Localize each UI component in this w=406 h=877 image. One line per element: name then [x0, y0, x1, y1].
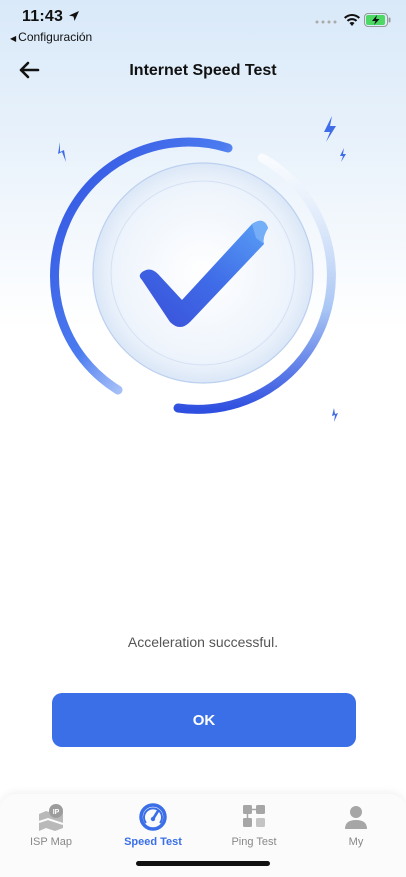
isp-map-icon: IP — [38, 804, 64, 831]
tab-my-label: My — [348, 836, 364, 848]
inner-ring — [92, 162, 314, 384]
tab-isp-map[interactable]: IP ISP Map — [11, 802, 91, 854]
tab-my[interactable]: My — [316, 802, 396, 854]
svg-text:IP: IP — [53, 809, 60, 816]
speedometer-icon — [139, 803, 167, 831]
tab-ping-test[interactable]: Ping Test — [214, 802, 294, 854]
ping-grid-icon — [243, 805, 265, 827]
home-indicator[interactable] — [136, 861, 270, 866]
tab-ping-test-label: Ping Test — [231, 836, 277, 848]
back-to-app-link[interactable]: ◀ Configuración — [10, 30, 92, 44]
app-header: Internet Speed Test — [0, 56, 406, 88]
back-app-label: Configuración — [18, 30, 93, 44]
lightning-icon — [340, 148, 346, 162]
location-arrow-icon — [69, 11, 79, 21]
back-triangle-icon: ◀ — [10, 34, 17, 43]
tab-speed-test[interactable]: Speed Test — [113, 802, 193, 854]
wifi-icon — [344, 14, 360, 26]
status-time: 11:43 — [22, 8, 64, 25]
lightning-icon — [324, 116, 336, 142]
success-graphic — [50, 116, 346, 422]
ok-button[interactable]: OK — [52, 693, 356, 747]
tab-isp-map-label: ISP Map — [30, 836, 72, 848]
user-icon — [345, 806, 367, 829]
page-title: Internet Speed Test — [129, 62, 277, 79]
result-message: Acceleration successful. — [127, 634, 279, 650]
tab-speed-test-label: Speed Test — [124, 836, 182, 848]
battery-charging-icon — [364, 13, 391, 27]
lightning-icon — [58, 142, 66, 162]
status-bar: 11:43 ◀ Configuración — [0, 0, 406, 46]
lightning-icon — [332, 408, 338, 422]
signal-dots-icon — [315, 20, 337, 24]
